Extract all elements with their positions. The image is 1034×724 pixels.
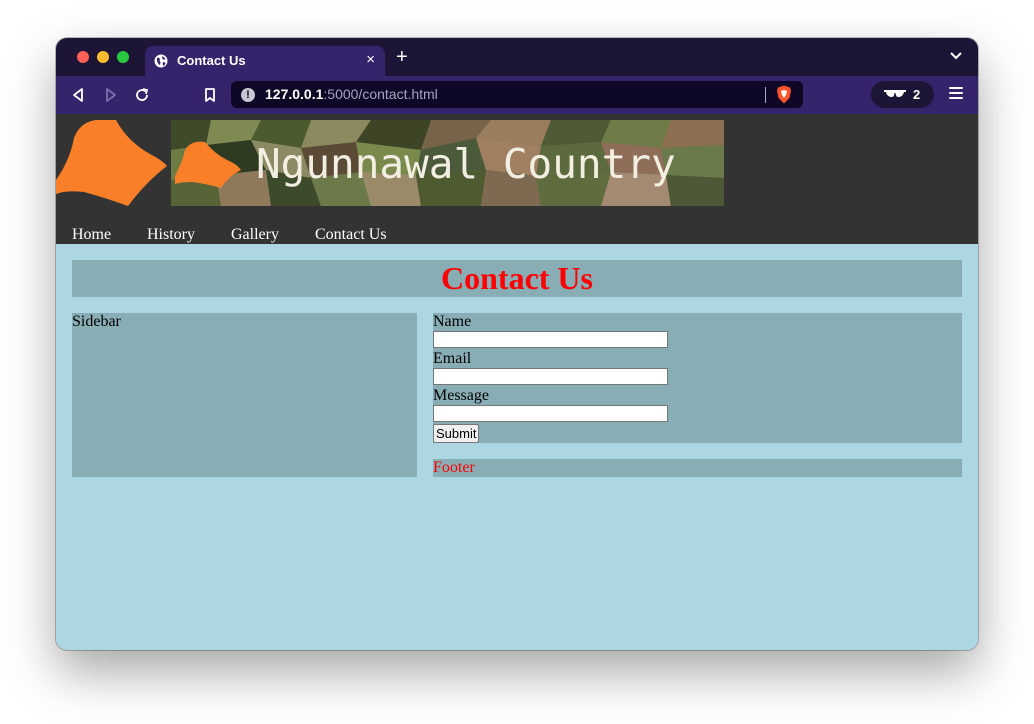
private-window-badge[interactable]: 2 [871,81,934,108]
page-title: Contact Us [441,260,593,296]
name-label: Name [433,313,472,330]
url-host: 127.0.0.1 [265,86,324,102]
hamburger-menu-icon[interactable] [949,87,963,102]
page-title-bar: Contact Us [72,260,962,297]
minimize-window-button[interactable] [97,51,109,63]
bookmark-icon[interactable] [201,86,219,104]
info-icon[interactable]: ! [241,88,255,102]
sidebar: Sidebar [72,313,417,477]
nav-gallery[interactable]: Gallery [231,226,279,244]
email-field[interactable] [433,368,668,385]
site-header: Ngunnawal Country Home History Gallery C… [56,114,978,244]
nav-history[interactable]: History [147,226,195,244]
browser-toolbar: ! 127.0.0.1:5000/contact.html 2 [56,76,978,114]
address-separator [765,87,766,103]
globe-icon [154,54,168,68]
plus-icon[interactable]: + [396,47,408,67]
private-count: 2 [913,87,921,102]
url-text[interactable]: 127.0.0.1:5000/contact.html [265,86,438,102]
sidebar-label: Sidebar [72,313,121,330]
footer: Footer [433,459,962,477]
site-logo[interactable] [56,120,168,206]
zoom-window-button[interactable] [117,51,129,63]
close-icon[interactable]: × [366,51,375,68]
address-bar[interactable]: ! 127.0.0.1:5000/contact.html [231,81,803,108]
nav-home[interactable]: Home [72,226,111,244]
close-window-button[interactable] [77,51,89,63]
message-label: Message [433,387,489,404]
contact-form: Name Email Message Submit [433,313,962,443]
submit-button[interactable]: Submit [433,424,480,443]
banner-image: Ngunnawal Country [171,120,724,206]
url-path: :5000/contact.html [323,86,438,102]
web-page: Ngunnawal Country Home History Gallery C… [56,114,978,650]
banner-title: Ngunnawal Country [256,140,676,188]
brave-shield-icon[interactable] [776,85,792,104]
browser-window: Contact Us × + ! 127.0.0.1:5000/contact.… [56,38,978,650]
message-field[interactable] [433,405,668,422]
back-icon[interactable] [70,86,88,104]
name-field[interactable] [433,331,668,348]
tab-strip: Contact Us × + [56,38,978,76]
glasses-icon [884,90,906,97]
reload-icon[interactable] [133,86,151,104]
forward-icon[interactable] [101,86,119,104]
email-label: Email [433,350,472,367]
nav-contact-us[interactable]: Contact Us [315,226,387,244]
chevron-down-icon[interactable] [950,52,962,60]
footer-text: Footer [433,459,475,476]
tab-title: Contact Us [177,53,246,68]
browser-tab[interactable]: Contact Us × [145,46,385,76]
